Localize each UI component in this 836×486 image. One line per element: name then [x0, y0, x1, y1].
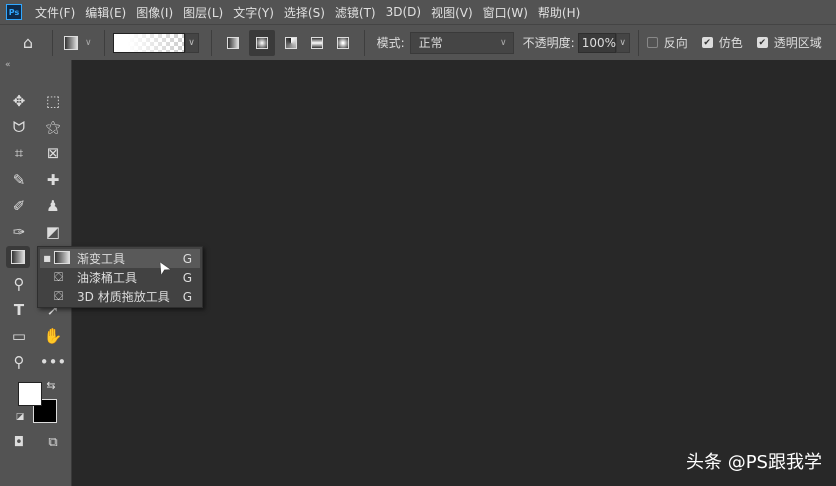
- flyout-item-3d-material-drop[interactable]: ⛋ 3D 材质拖放工具 G: [40, 287, 200, 306]
- eyedropper-icon[interactable]: ✎: [7, 169, 31, 191]
- gradient-tool-icon[interactable]: [6, 246, 30, 268]
- flyout-label: 渐变工具: [77, 252, 126, 266]
- rectangle-tool-icon[interactable]: ▭: [7, 325, 31, 347]
- options-bar: ⌂ ∨ ∨ 模式: 正常 ∨ 不透明度: 100% ∨ 反向 ✔ 仿色 ✔ 透明区域: [0, 24, 836, 60]
- flyout-item-gradient[interactable]: ■ 渐变工具 G: [40, 249, 200, 268]
- opacity-label: 不透明度:: [522, 36, 575, 50]
- menu-image[interactable]: 图像(I): [131, 4, 178, 21]
- divider: [103, 29, 105, 56]
- reflected-gradient-button[interactable]: [307, 33, 327, 53]
- more-tools-icon[interactable]: •••: [40, 351, 67, 373]
- menu-type[interactable]: 文字(Y): [228, 4, 279, 21]
- menu-edit[interactable]: 编辑(E): [80, 4, 131, 21]
- checkbox-box: [646, 37, 658, 48]
- home-icon[interactable]: ⌂: [18, 33, 38, 53]
- divider: [210, 29, 212, 56]
- history-brush-icon[interactable]: ✑: [7, 221, 31, 243]
- opacity-input[interactable]: 100%: [577, 32, 616, 53]
- zoom-tool-icon[interactable]: ⚲: [7, 351, 31, 373]
- type-tool-icon[interactable]: T: [7, 299, 31, 321]
- move-tool-icon[interactable]: ✥: [7, 90, 31, 112]
- transparency-checkbox[interactable]: ✔ 透明区域: [756, 34, 822, 51]
- shortcut-key: G: [182, 270, 192, 285]
- gradient-dropdown[interactable]: ∨: [184, 32, 199, 53]
- angle-gradient-button[interactable]: [281, 33, 301, 53]
- opacity-dropdown[interactable]: ∨: [615, 32, 630, 53]
- ps-logo: Ps: [6, 4, 22, 20]
- dither-label: 仿色: [718, 36, 743, 50]
- stamp-icon[interactable]: ♟: [41, 195, 65, 217]
- menu-bar: Ps 文件(F) 编辑(E) 图像(I) 图层(L) 文字(Y) 选择(S) 滤…: [0, 0, 836, 24]
- menu-help[interactable]: 帮助(H): [533, 4, 585, 21]
- menu-filter[interactable]: 滤镜(T): [330, 4, 381, 21]
- healing-brush-icon[interactable]: ✚: [41, 169, 65, 191]
- lasso-tool-icon[interactable]: ᗢ: [7, 116, 31, 138]
- gradient-tool-icon: [64, 35, 78, 50]
- hand-tool-icon[interactable]: ✋: [41, 325, 65, 347]
- reverse-label: 反向: [663, 36, 688, 50]
- eraser-icon[interactable]: ◩: [41, 221, 65, 243]
- magic-wand-icon[interactable]: ⚝: [41, 116, 65, 138]
- flyout-label: 油漆桶工具: [77, 271, 138, 285]
- default-colors-icon[interactable]: ◪: [13, 410, 27, 424]
- transparency-label: 透明区域: [773, 36, 822, 50]
- check-icon: ✔: [756, 37, 768, 48]
- divider: [637, 29, 639, 56]
- screen-mode-icon[interactable]: ⧉: [41, 431, 65, 453]
- gradient-tool-flyout: ■ 渐变工具 G ⛋ 油漆桶工具 G ⛋ 3D 材质拖放工具 G: [37, 246, 203, 308]
- flyout-item-paint-bucket[interactable]: ⛋ 油漆桶工具 G: [40, 268, 200, 287]
- mode-select[interactable]: 正常 ∨: [409, 31, 514, 54]
- dither-checkbox[interactable]: ✔ 仿色: [701, 34, 743, 51]
- brush-icon[interactable]: ✐: [7, 195, 31, 217]
- menu-window[interactable]: 窗口(W): [478, 4, 533, 21]
- reverse-checkbox[interactable]: 反向: [646, 34, 688, 51]
- diamond-gradient-button[interactable]: [333, 33, 353, 53]
- selected-bullet: ■: [43, 254, 51, 263]
- check-icon: ✔: [701, 37, 713, 48]
- crop-tool-icon[interactable]: ⌗: [7, 142, 31, 164]
- menu-3d[interactable]: 3D(D): [381, 5, 426, 19]
- mode-value: 正常: [418, 36, 443, 50]
- divider: [363, 29, 365, 56]
- quick-mask-icon[interactable]: ◘: [7, 431, 31, 453]
- shortcut-key: G: [182, 251, 192, 266]
- flyout-label: 3D 材质拖放工具: [77, 290, 170, 304]
- menu-select[interactable]: 选择(S): [279, 4, 330, 21]
- gradient-tool-icon: [54, 250, 74, 267]
- frame-tool-icon[interactable]: ⊠: [41, 142, 65, 164]
- collapse-icon[interactable]: «: [5, 60, 11, 70]
- paint-bucket-icon: ⛋: [54, 270, 64, 284]
- chevron-down-icon: ∨: [500, 37, 507, 48]
- gradient-preview[interactable]: [112, 32, 185, 53]
- menu-view[interactable]: 视图(V): [426, 4, 478, 21]
- tool-preset-picker[interactable]: [61, 33, 81, 53]
- menu-layer[interactable]: 图层(L): [178, 4, 228, 21]
- divider: [52, 29, 53, 56]
- chevron-down-icon[interactable]: ∨: [85, 38, 92, 48]
- 3d-material-drop-icon: ⛋: [54, 289, 64, 303]
- marquee-tool-icon[interactable]: ⬚: [41, 90, 65, 112]
- shortcut-key: G: [182, 289, 192, 304]
- foreground-color[interactable]: [18, 382, 42, 406]
- menu-file[interactable]: 文件(F): [30, 4, 80, 21]
- linear-gradient-button[interactable]: [223, 33, 243, 53]
- mode-label: 模式:: [376, 36, 405, 50]
- dodge-tool-icon[interactable]: ⚲: [7, 273, 31, 295]
- swap-colors-icon[interactable]: ⇆: [44, 378, 58, 392]
- radial-gradient-button[interactable]: [248, 29, 275, 56]
- watermark: 头条 @PS跟我学: [685, 452, 822, 473]
